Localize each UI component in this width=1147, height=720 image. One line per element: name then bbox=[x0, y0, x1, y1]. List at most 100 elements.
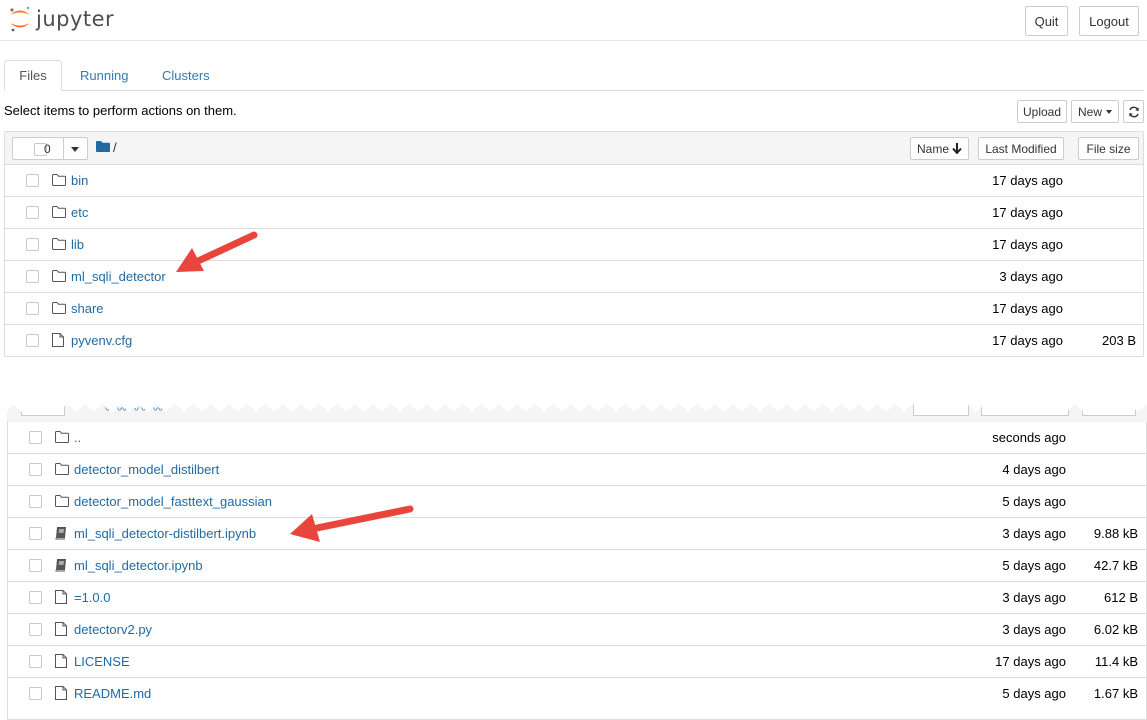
file-icon bbox=[55, 622, 67, 639]
folder-icon bbox=[52, 270, 66, 285]
file-list-header: 0 / Name Last Modified File size bbox=[5, 132, 1143, 165]
sort-by-size-button[interactable]: File size bbox=[1078, 137, 1139, 160]
last-modified: 17 days ago bbox=[995, 654, 1066, 669]
row-checkbox[interactable] bbox=[29, 655, 42, 668]
folder-icon bbox=[55, 431, 69, 446]
file-name-link[interactable]: ml_sqli_detector bbox=[71, 269, 166, 284]
file-size: 11.4 kB bbox=[1094, 654, 1138, 669]
tab-bar: Files Running Clusters bbox=[4, 60, 1144, 91]
file-icon bbox=[55, 686, 67, 703]
file-name-link[interactable]: bin bbox=[71, 173, 88, 188]
new-button[interactable]: New bbox=[1071, 100, 1119, 123]
file-row[interactable]: lib 17 days ago bbox=[5, 229, 1143, 261]
file-name-link[interactable]: detector_model_fasttext_gaussian bbox=[74, 494, 272, 509]
file-row[interactable]: ml_sqli_detector 3 days ago bbox=[5, 261, 1143, 293]
select-all-dropdown[interactable]: 0 bbox=[12, 137, 88, 160]
last-modified: 5 days ago bbox=[1002, 494, 1066, 509]
file-row[interactable]: detector_model_fasttext_gaussian 5 days a… bbox=[8, 486, 1146, 518]
file-name-link[interactable]: =1.0.0 bbox=[74, 590, 111, 605]
file-name-link[interactable]: pyvenv.cfg bbox=[71, 333, 132, 348]
last-modified: 4 days ago bbox=[1002, 462, 1066, 477]
chevron-down-icon bbox=[1106, 109, 1112, 114]
last-modified: 3 days ago bbox=[1002, 590, 1066, 605]
file-name-link[interactable]: etc bbox=[71, 205, 88, 220]
file-row[interactable]: share 17 days ago bbox=[5, 293, 1143, 325]
tab-clusters[interactable]: Clusters bbox=[162, 60, 210, 91]
file-row[interactable]: detectorv2.py 3 days ago 6.02 kB bbox=[8, 614, 1146, 646]
file-size: 42.7 kB bbox=[1093, 558, 1138, 573]
file-name-link[interactable]: .. bbox=[74, 430, 81, 445]
refresh-button[interactable] bbox=[1123, 100, 1144, 123]
last-modified: 3 days ago bbox=[999, 269, 1063, 284]
row-checkbox[interactable] bbox=[29, 527, 42, 540]
file-name-link[interactable]: README.md bbox=[74, 686, 151, 701]
torn-paper-edge bbox=[7, 398, 1147, 412]
notebook-icon bbox=[55, 526, 67, 543]
file-row[interactable]: etc 17 days ago bbox=[5, 197, 1143, 229]
row-checkbox[interactable] bbox=[29, 431, 42, 444]
file-name-link[interactable]: detectorv2.py bbox=[74, 622, 152, 637]
selected-count: 0 bbox=[44, 142, 51, 156]
folder-icon[interactable] bbox=[96, 141, 110, 152]
folder-icon bbox=[52, 302, 66, 317]
folder-icon bbox=[55, 463, 69, 478]
file-row[interactable]: README.md 5 days ago 1.67 kB bbox=[8, 678, 1146, 710]
file-size: 1.67 kB bbox=[1093, 686, 1138, 701]
row-checkbox[interactable] bbox=[26, 334, 39, 347]
quit-button[interactable]: Quit bbox=[1025, 6, 1068, 36]
file-name-link[interactable]: lib bbox=[71, 237, 84, 252]
row-checkbox[interactable] bbox=[26, 302, 39, 315]
arrow-down-icon bbox=[952, 143, 962, 154]
tab-running[interactable]: Running bbox=[80, 60, 128, 91]
file-size: 612 B bbox=[1104, 590, 1138, 605]
row-checkbox[interactable] bbox=[26, 238, 39, 251]
logo-text: jupyter bbox=[36, 7, 115, 31]
row-checkbox[interactable] bbox=[29, 623, 42, 636]
file-row[interactable]: pyvenv.cfg 17 days ago 203 B bbox=[5, 325, 1143, 357]
file-name-link[interactable]: ml_sqli_detector.ipynb bbox=[74, 558, 203, 573]
column-label-name: Name bbox=[916, 141, 949, 156]
file-name-link[interactable]: ml_sqli_detector-distilbert.ipynb bbox=[74, 526, 256, 541]
file-icon bbox=[55, 654, 67, 671]
row-checkbox[interactable] bbox=[29, 559, 42, 572]
file-row[interactable]: .. seconds ago bbox=[8, 422, 1146, 454]
last-modified: 5 days ago bbox=[1002, 558, 1066, 573]
file-list-bottom: .. seconds ago detector_model_distilbert 4 … bbox=[7, 405, 1147, 720]
row-checkbox[interactable] bbox=[29, 591, 42, 604]
jupyter-logo[interactable]: jupyter bbox=[8, 4, 114, 34]
file-size: 6.02 kB bbox=[1093, 622, 1138, 637]
upload-button[interactable]: Upload bbox=[1017, 100, 1067, 123]
last-modified: 17 days ago bbox=[992, 205, 1063, 220]
tab-files[interactable]: Files bbox=[4, 60, 62, 91]
file-row[interactable]: detector_model_distilbert 4 days ago bbox=[8, 454, 1146, 486]
file-row[interactable]: bin 17 days ago bbox=[5, 165, 1143, 197]
sort-by-modified-button[interactable]: Last Modified bbox=[978, 137, 1064, 160]
torn-edge: 〰︎〰︎〰︎〰︎〰︎ bbox=[7, 398, 1147, 422]
last-modified: 17 days ago bbox=[992, 237, 1063, 252]
file-name-link[interactable]: share bbox=[71, 301, 104, 316]
folder-icon bbox=[52, 206, 66, 221]
file-row[interactable]: =1.0.0 3 days ago 612 B bbox=[8, 582, 1146, 614]
last-modified: 5 days ago bbox=[1002, 686, 1066, 701]
breadcrumb[interactable]: / bbox=[113, 140, 117, 155]
logout-button[interactable]: Logout bbox=[1079, 6, 1139, 36]
row-checkbox[interactable] bbox=[26, 206, 39, 219]
file-row[interactable]: ml_sqli_detector-distilbert.ipynb 3 days … bbox=[8, 518, 1146, 550]
file-name-link[interactable]: detector_model_distilbert bbox=[74, 462, 219, 477]
sort-by-name-button[interactable]: Name bbox=[910, 137, 969, 160]
row-checkbox[interactable] bbox=[26, 174, 39, 187]
row-checkbox[interactable] bbox=[29, 687, 42, 700]
last-modified: 17 days ago bbox=[992, 333, 1063, 348]
file-row[interactable]: ml_sqli_detector.ipynb 5 days ago 42.7 kB bbox=[8, 550, 1146, 582]
folder-icon bbox=[52, 174, 66, 189]
last-modified: 17 days ago bbox=[992, 173, 1063, 188]
last-modified: 17 days ago bbox=[992, 301, 1063, 316]
row-checkbox[interactable] bbox=[29, 463, 42, 476]
file-list-top: 0 / Name Last Modified File size bin 17 d… bbox=[4, 131, 1144, 357]
row-checkbox[interactable] bbox=[26, 270, 39, 283]
file-name-link[interactable]: LICENSE bbox=[74, 654, 130, 669]
chevron-down-icon[interactable] bbox=[71, 147, 79, 152]
row-checkbox[interactable] bbox=[29, 495, 42, 508]
file-row[interactable]: LICENSE 17 days ago 11.4 kB bbox=[8, 646, 1146, 678]
file-size: 203 B bbox=[1102, 333, 1136, 348]
